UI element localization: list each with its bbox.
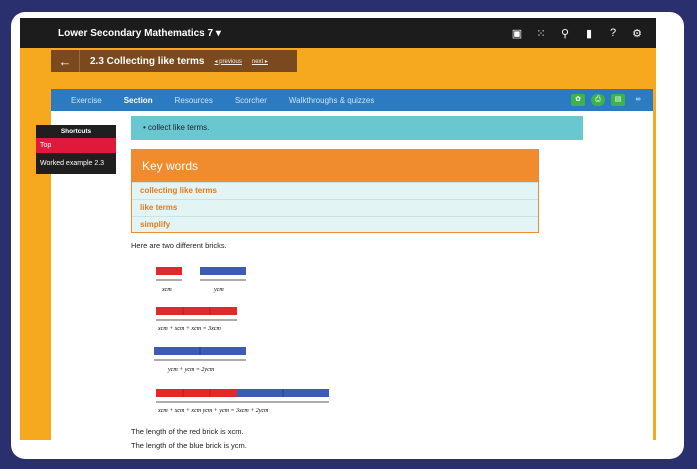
tab-exercise[interactable]: Exercise [71,96,102,105]
keywords-heading: Key words [132,150,538,182]
keyword-item[interactable]: like terms [132,199,538,216]
objective-item: • collect like terms. [143,123,210,132]
shortcuts-heading: Shortcuts [60,128,92,135]
grid-icon[interactable]: ⁙ [534,27,548,40]
section-nav: Exercise Section Resources Scorcher Walk… [51,89,653,111]
divider [79,50,80,72]
previous-link[interactable]: ◂ previous [215,58,242,65]
tab-walkthroughs[interactable]: Walkthroughs & quizzes [289,96,375,105]
printer-icon[interactable]: ⎙ [591,94,605,106]
equation-3x-2y: xcm + xcm + xcm ycm + ycm = 3xcm + 2ycm [157,408,269,414]
keyword-item[interactable]: collecting like terms [132,182,538,199]
book-icon[interactable]: ▮ [582,27,596,40]
keywords-box: Key words collecting like terms like ter… [131,149,539,233]
top-bar: Lower Secondary Mathematics 7 ▾ ▣ ⁙ ⚲ ▮ … [20,18,656,48]
bricks-diagram: xcm ycm xcm + xcm + xcm = 3xcm ycm + ycm… [154,267,329,414]
red-brick [156,267,182,275]
equation-2y: ycm + ycm = 2ycm [167,367,215,373]
chapter-bar: ← 2.3 Collecting like terms ◂ previous n… [51,50,297,72]
label-xcm: xcm [161,287,172,293]
frog-icon[interactable]: ✿ [571,94,585,106]
chapter-title: 2.3 Collecting like terms [90,55,205,67]
search-icon[interactable]: ⚲ [558,27,572,40]
course-title-dropdown[interactable]: Lower Secondary Mathematics 7 ▾ [58,28,221,39]
gear-icon[interactable]: ⚙ [630,27,644,40]
back-arrow-icon[interactable]: ← [51,54,79,69]
notes-icon[interactable]: ▣ [510,27,524,40]
tab-resources[interactable]: Resources [175,96,213,105]
equation-3x: xcm + xcm + xcm = 3xcm [157,326,221,332]
shortcuts-panel: Shortcuts Top Worked example 2.3 [36,125,116,175]
help-icon[interactable]: ? [606,27,620,39]
tab-scorcher[interactable]: Scorcher [235,96,267,105]
three-red-bricks [156,307,237,315]
red-brick-text: The length of the red brick is xcm. [131,427,244,436]
link-icon[interactable]: ∞ [631,94,645,106]
blue-brick [200,267,246,275]
shortcut-worked-example[interactable]: Worked example 2.3 [36,153,116,174]
shortcut-top[interactable]: Top [36,138,116,153]
intro-text: Here are two different bricks. [131,241,227,250]
keyword-item[interactable]: simplify [132,216,538,233]
next-link[interactable]: next ▸ [252,58,268,65]
objectives-box: • collect like terms. [131,116,583,140]
tab-section[interactable]: Section [124,96,153,105]
label-ycm: ycm [213,287,224,293]
pdf-icon[interactable]: ▤ [611,94,625,106]
blue-brick-text: The length of the blue brick is ycm. [131,441,247,450]
red-row [156,389,237,397]
